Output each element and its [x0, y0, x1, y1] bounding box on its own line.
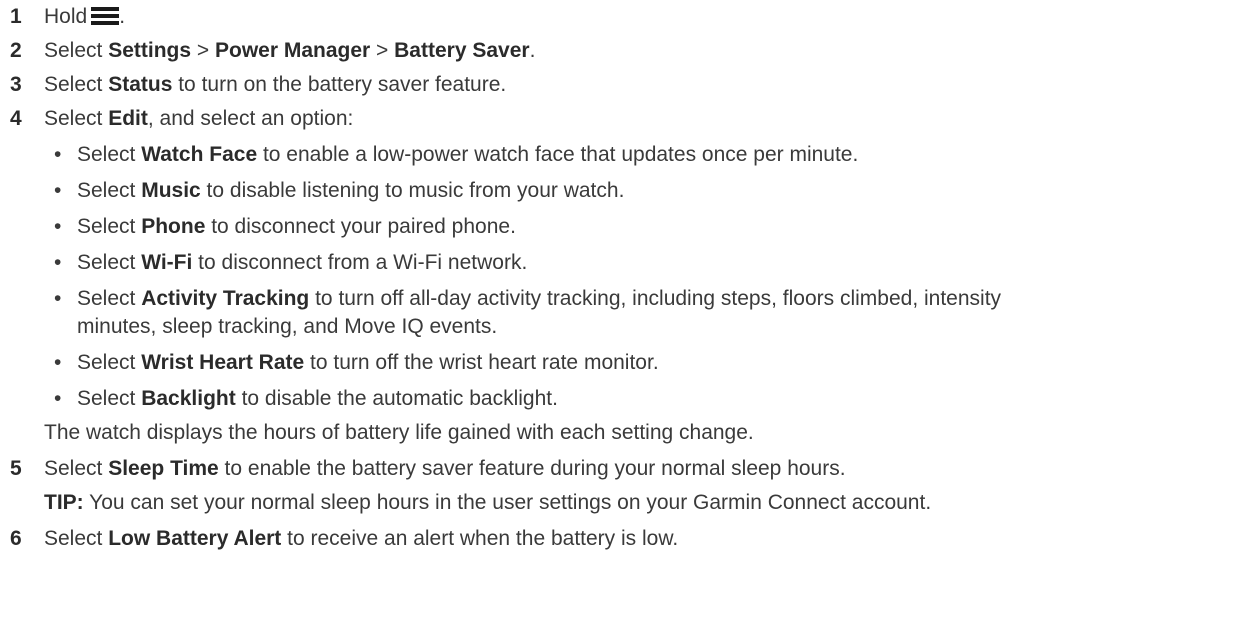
option-post: to disconnect your paired phone. — [205, 215, 516, 238]
option-label: Activity Tracking — [141, 287, 310, 310]
menu-path-power-manager: Power Manager — [214, 39, 371, 62]
step-5: 5 Select Sleep Time to enable the batter… — [0, 452, 1255, 486]
step-text-post: , and select an option: — [147, 107, 354, 130]
menu-icon — [91, 6, 120, 26]
option-text: Select Music to disable listening to mus… — [77, 174, 624, 208]
note-text: The watch displays the hours of battery … — [44, 421, 754, 444]
bullet: • — [54, 351, 62, 374]
step-6: 6 Select Low Battery Alert to receive an… — [0, 522, 1255, 556]
option-pre: Select — [77, 179, 142, 202]
option-label: Backlight — [141, 387, 236, 410]
instruction-document: 1 Hold. 2 Select Settings > Power Manage… — [0, 0, 1255, 630]
step-2: 2 Select Settings > Power Manager > Batt… — [0, 34, 1255, 68]
option-text: Select Backlight to disable the automati… — [77, 382, 558, 416]
step-number: 5 — [10, 457, 22, 480]
option-status: Status — [108, 73, 173, 96]
option-low-battery-alert: Low Battery Alert — [108, 527, 282, 550]
option-text: Select Phone to disconnect your paired p… — [77, 210, 516, 244]
option-text: Select Wi-Fi to disconnect from a Wi-Fi … — [77, 246, 527, 280]
option-item-backlight: • Select Backlight to disable the automa… — [0, 382, 1255, 416]
step-text-pre: Select — [44, 73, 109, 96]
option-post: to disconnect from a Wi-Fi network. — [192, 251, 528, 274]
tip-label: TIP: — [44, 491, 84, 514]
step-text: Select Low Battery Alert to receive an a… — [44, 522, 678, 556]
option-item-watch-face: • Select Watch Face to enable a low-powe… — [0, 138, 1255, 172]
option-post: to turn off all-day activity tracking, i… — [309, 287, 1002, 310]
step-number: 4 — [10, 107, 22, 130]
option-post: to disable the automatic backlight. — [235, 387, 558, 410]
option-item-music: • Select Music to disable listening to m… — [0, 174, 1255, 208]
step-text-post: to enable the battery saver feature duri… — [218, 457, 846, 480]
tip-text: TIP: You can set your normal sleep hours… — [44, 486, 931, 520]
option-edit: Edit — [108, 107, 148, 130]
option-sleep-time: Sleep Time — [108, 457, 219, 480]
option-post: to turn off the wrist heart rate monitor… — [304, 351, 659, 374]
option-post: to disable listening to music from your … — [200, 179, 625, 202]
step-number: 6 — [10, 527, 22, 550]
step-text-pre: Select — [44, 527, 109, 550]
step-text-pre: Select — [44, 107, 109, 130]
option-item-activity-tracking-cont: minutes, sleep tracking, and Move IQ eve… — [0, 310, 1255, 344]
path-separator: > — [191, 39, 215, 62]
step-text-pre: Select — [44, 39, 109, 62]
step-text: Hold. — [44, 0, 125, 34]
step-text-post: . — [119, 5, 126, 28]
option-label: Wi-Fi — [141, 251, 193, 274]
menu-path-settings: Settings — [108, 39, 192, 62]
path-separator: > — [370, 39, 395, 62]
option-item-wifi: • Select Wi-Fi to disconnect from a Wi-F… — [0, 246, 1255, 280]
step-text: Select Sleep Time to enable the battery … — [44, 452, 846, 486]
option-text: Select Wrist Heart Rate to turn off the … — [77, 346, 659, 380]
step-text: Select Edit, and select an option: — [44, 102, 353, 136]
tip: TIP: You can set your normal sleep hours… — [0, 486, 1255, 520]
step-3: 3 Select Status to turn on the battery s… — [0, 68, 1255, 102]
option-pre: Select — [77, 351, 142, 374]
option-post: to enable a low-power watch face that up… — [257, 143, 859, 166]
option-item-phone: • Select Phone to disconnect your paired… — [0, 210, 1255, 244]
step-text: Select Settings > Power Manager > Batter… — [44, 34, 535, 68]
bullet: • — [54, 251, 62, 274]
step-text-post: to receive an alert when the battery is … — [281, 527, 679, 550]
step-text-pre: Hold — [44, 5, 88, 28]
option-label: Phone — [141, 215, 206, 238]
menu-path-battery-saver: Battery Saver — [394, 39, 530, 62]
step-text: Select Status to turn on the battery sav… — [44, 68, 506, 102]
option-item-wrist-heart-rate: • Select Wrist Heart Rate to turn off th… — [0, 346, 1255, 380]
step-number: 2 — [10, 39, 22, 62]
step-1: 1 Hold. — [0, 0, 1255, 34]
step-number: 3 — [10, 73, 22, 96]
option-label: Music — [141, 179, 201, 202]
step-text-post: . — [529, 39, 536, 62]
option-label: Wrist Heart Rate — [141, 351, 305, 374]
option-pre: Select — [77, 143, 142, 166]
option-pre: Select — [77, 387, 142, 410]
option-pre: Select — [77, 287, 142, 310]
bullet: • — [54, 215, 62, 238]
step-4-note: The watch displays the hours of battery … — [0, 416, 1255, 450]
bullet: • — [54, 179, 62, 202]
option-pre: Select — [77, 215, 142, 238]
option-label: Watch Face — [141, 143, 258, 166]
step-4: 4 Select Edit, and select an option: — [0, 102, 1255, 136]
bullet: • — [54, 143, 62, 166]
tip-body: You can set your normal sleep hours in t… — [83, 491, 932, 514]
bullet: • — [54, 387, 62, 410]
option-continuation: minutes, sleep tracking, and Move IQ eve… — [77, 315, 498, 338]
step-text-pre: Select — [44, 457, 109, 480]
option-pre: Select — [77, 251, 142, 274]
step-text-post: to turn on the battery saver feature. — [172, 73, 507, 96]
option-text: Select Watch Face to enable a low-power … — [77, 138, 858, 172]
step-number: 1 — [10, 5, 22, 28]
